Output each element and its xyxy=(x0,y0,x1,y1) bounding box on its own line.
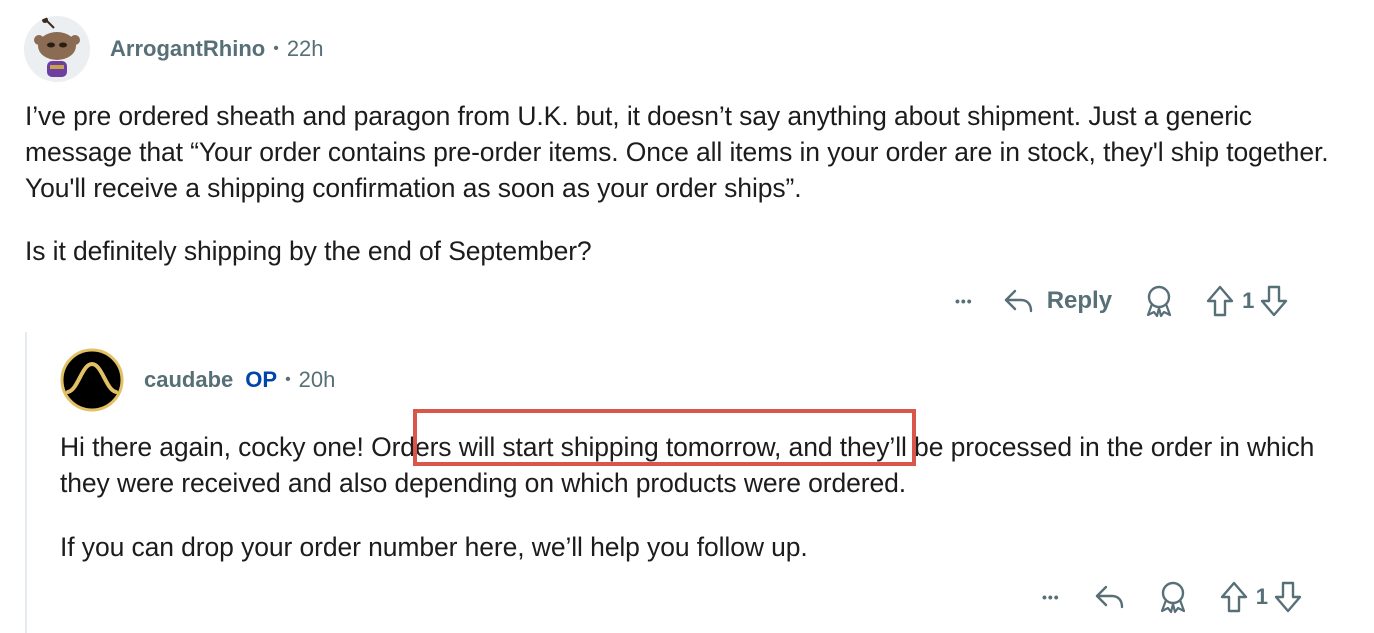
comment-timestamp[interactable]: 22h xyxy=(287,36,324,62)
more-options-button[interactable]: ••• xyxy=(1042,589,1060,605)
comment1-meta: ArrogantRhino • 22h xyxy=(110,36,324,62)
comment-timestamp[interactable]: 20h xyxy=(299,367,336,393)
vote-count: 1 xyxy=(1242,288,1255,313)
comment2-meta: caudabe OP • 20h xyxy=(144,367,335,393)
comment2-text-before: Hi there again, cocky one! xyxy=(60,432,372,462)
meta-separator: • xyxy=(285,371,291,388)
award-icon[interactable] xyxy=(1144,284,1174,318)
comment2-actions: ••• 1 xyxy=(1042,578,1302,616)
comment1-paragraph-1: I’ve pre ordered sheath and paragon from… xyxy=(25,101,1329,203)
author-name[interactable]: ArrogantRhino xyxy=(110,36,265,62)
reply-label: Reply xyxy=(1046,287,1113,314)
avatar-arrogantrhino[interactable] xyxy=(24,16,90,82)
highlight-box xyxy=(413,409,916,466)
reply-arrow-icon xyxy=(1004,289,1032,313)
upvote-arrow-icon[interactable] xyxy=(1206,285,1234,317)
thread-line[interactable] xyxy=(25,332,27,633)
avatar-caudabe[interactable] xyxy=(60,348,124,412)
reply-arrow-icon[interactable] xyxy=(1094,583,1126,611)
vote-count: 1 xyxy=(1255,584,1268,609)
comment1-body: I’ve pre ordered sheath and paragon from… xyxy=(25,98,1355,269)
comment1-actions: ••• Reply 1 xyxy=(955,282,1288,320)
caudabe-logo-icon xyxy=(60,348,124,412)
meta-separator: • xyxy=(273,40,279,57)
award-icon[interactable] xyxy=(1158,580,1188,614)
author-name[interactable]: caudabe xyxy=(144,367,233,393)
comment1-paragraph-2: Is it definitely shipping by the end of … xyxy=(25,236,592,266)
more-options-button[interactable]: ••• xyxy=(955,293,973,309)
snoo-avatar-icon xyxy=(24,16,90,82)
op-badge: OP xyxy=(245,367,278,392)
reply-button[interactable]: Reply xyxy=(1003,287,1112,315)
downvote-arrow-icon[interactable] xyxy=(1274,581,1302,613)
upvote-arrow-icon[interactable] xyxy=(1220,581,1248,613)
comment2-paragraph-2: If you can drop your order number here, … xyxy=(60,532,808,562)
downvote-arrow-icon[interactable] xyxy=(1260,285,1288,317)
